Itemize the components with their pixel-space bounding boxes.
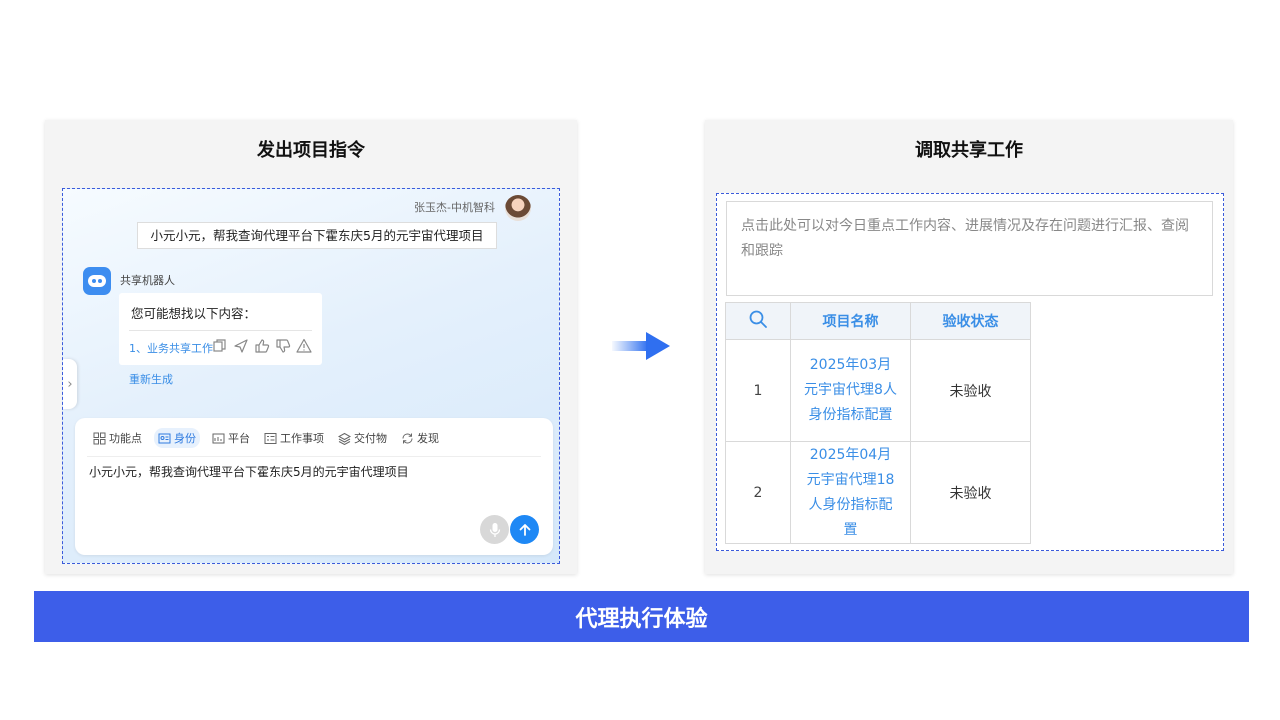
tool-label: 交付物 xyxy=(354,432,387,445)
suggestion-link[interactable]: 1、业务共享工作 xyxy=(129,340,213,356)
work-frame: 点击此处可以对今日重点工作内容、进展情况及存在问题进行汇报、查阅和跟踪 项目名称… xyxy=(716,193,1224,551)
project-table: 项目名称 验收状态 1 2025年03月元宇宙代理8人身份指标配置 未验收 2 … xyxy=(725,302,1031,544)
regenerate-button[interactable]: 重新生成 xyxy=(129,371,173,387)
thumbs-up-icon[interactable] xyxy=(253,337,271,355)
table-row[interactable]: 2 2025年04月元宇宙代理18人身份指标配置 未验收 xyxy=(725,441,1031,544)
bot-message-bubble: 您可能想找以下内容： 1、业务共享工作 xyxy=(119,293,322,365)
tool-label: 平台 xyxy=(228,432,250,445)
row-index: 2 xyxy=(725,441,791,544)
footer-banner: 代理执行体验 xyxy=(34,591,1249,642)
warning-icon[interactable] xyxy=(295,337,313,355)
tool-label: 发现 xyxy=(417,432,439,445)
tool-label: 工作事项 xyxy=(280,432,324,445)
bot-name: 共享机器人 xyxy=(120,274,175,287)
divider xyxy=(87,456,541,457)
divider xyxy=(129,330,312,331)
acceptance-status: 未验收 xyxy=(910,441,1031,544)
tool-label: 身份 xyxy=(174,432,196,445)
list-icon xyxy=(264,432,277,444)
platform-icon xyxy=(212,433,225,443)
tool-identity[interactable]: 身份 xyxy=(154,428,200,448)
card-title: 调取共享工作 xyxy=(915,140,1023,161)
chat-window: 张玉杰-中机智科 小元小元，帮我查询代理平台下霍东庆5月的元宇宙代理项目 共享机… xyxy=(62,188,560,564)
right-arrow-icon xyxy=(612,332,670,360)
search-icon xyxy=(749,310,767,328)
input-toolbar: 功能点 身份 平台 工作事项 交付物 发现 xyxy=(91,428,441,448)
microphone-icon xyxy=(489,522,500,537)
bot-avatar-icon xyxy=(83,267,111,295)
id-card-icon xyxy=(158,433,171,443)
share-icon[interactable] xyxy=(232,337,250,355)
user-avatar xyxy=(505,195,531,221)
issue-command-card: 发出项目指令 张玉杰-中机智科 小元小元，帮我查询代理平台下霍东庆5月的元宇宙代… xyxy=(45,120,577,574)
thumbs-down-icon[interactable] xyxy=(274,337,292,355)
row-index: 1 xyxy=(725,339,791,442)
refresh-icon xyxy=(402,433,413,443)
tool-discover[interactable]: 发现 xyxy=(399,428,441,448)
tool-label: 功能点 xyxy=(109,432,142,445)
user-name: 张玉杰-中机智科 xyxy=(414,201,495,214)
shared-work-card: 调取共享工作 点击此处可以对今日重点工作内容、进展情况及存在问题进行汇报、查阅和… xyxy=(705,120,1233,574)
arrow-up-icon xyxy=(519,523,530,536)
microphone-button[interactable] xyxy=(480,515,509,544)
tool-deliverables[interactable]: 交付物 xyxy=(336,428,389,448)
message-actions xyxy=(211,337,313,355)
card-title: 发出项目指令 xyxy=(257,140,365,161)
tool-platform[interactable]: 平台 xyxy=(210,428,252,448)
layers-icon xyxy=(338,432,351,445)
column-header[interactable]: 验收状态 xyxy=(910,302,1031,340)
chat-input-box: 功能点 身份 平台 工作事项 交付物 发现 小元小元，帮我查询代理平台下霍东庆5… xyxy=(75,418,553,555)
send-button[interactable] xyxy=(510,515,539,544)
table-row[interactable]: 1 2025年03月元宇宙代理8人身份指标配置 未验收 xyxy=(725,339,1031,442)
column-header[interactable]: 项目名称 xyxy=(790,302,911,340)
project-name-link[interactable]: 2025年04月元宇宙代理18人身份指标配置 xyxy=(790,441,911,544)
acceptance-status: 未验收 xyxy=(910,339,1031,442)
grid-icon xyxy=(93,432,106,444)
tool-work-items[interactable]: 工作事项 xyxy=(262,428,326,448)
search-header-cell[interactable] xyxy=(725,302,791,340)
chat-input-field[interactable]: 小元小元，帮我查询代理平台下霍东庆5月的元宇宙代理项目 xyxy=(89,463,409,480)
user-message-bubble: 小元小元，帮我查询代理平台下霍东庆5月的元宇宙代理项目 xyxy=(137,222,497,249)
expand-sidebar-chevron-icon[interactable]: › xyxy=(63,359,77,409)
tool-function-points[interactable]: 功能点 xyxy=(91,428,144,448)
bot-prompt-text: 您可能想找以下内容： xyxy=(131,306,257,321)
work-notes-input[interactable]: 点击此处可以对今日重点工作内容、进展情况及存在问题进行汇报、查阅和跟踪 xyxy=(726,201,1213,296)
project-name-link[interactable]: 2025年03月元宇宙代理8人身份指标配置 xyxy=(790,339,911,442)
copy-icon[interactable] xyxy=(211,337,229,355)
